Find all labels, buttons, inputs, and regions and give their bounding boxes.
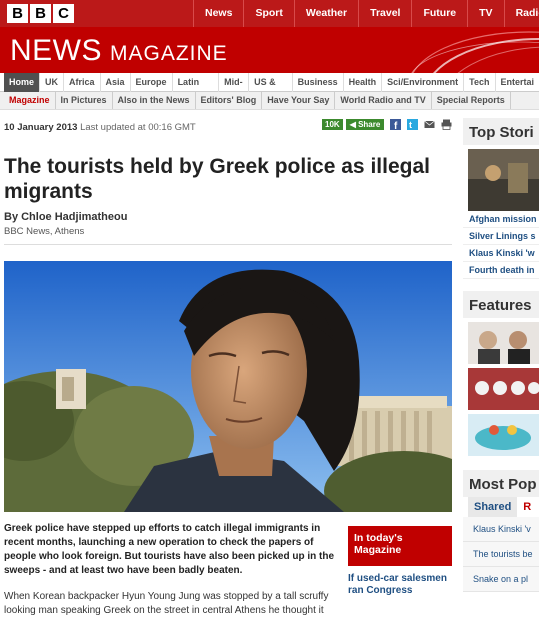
topnav-weather[interactable]: Weather (293, 0, 358, 27)
subnav-also-in-news[interactable]: Also in the News (113, 92, 196, 109)
top-stories-heading: Top Stori (463, 118, 539, 145)
top-bar: B B C News Sport Weather Travel Future T… (0, 0, 539, 27)
logo-letter: B (30, 4, 51, 23)
masthead-news: NEWS (10, 34, 102, 67)
secnav-europe[interactable]: Europe (131, 73, 173, 92)
share-bar: 10K ◀ Share f t (322, 119, 452, 130)
subnav-world-radio-tv[interactable]: World Radio and TV (335, 92, 432, 109)
masthead: NEWS MAGAZINE (0, 27, 539, 73)
secnav-home[interactable]: Home (4, 73, 41, 92)
top-nav: News Sport Weather Travel Future TV Radi… (193, 0, 539, 27)
subnav-editors-blog[interactable]: Editors' Blog (196, 92, 263, 109)
article-intro: Greek police have stepped up efforts to … (4, 523, 335, 576)
tab-read[interactable]: R (517, 497, 538, 517)
feature-thumbnail[interactable] (468, 368, 539, 410)
section-nav: Home UK Africa Asia Europe Latin America… (0, 73, 539, 106)
last-updated: Last updated at 00:16 GMT (80, 122, 196, 133)
article-date: 10 January 2013 (4, 122, 78, 133)
svg-text:t: t (409, 120, 412, 130)
article-paragraph: When Korean backpacker Hyun Young Jung w… (4, 591, 329, 616)
top-story-link[interactable]: Afghan mission (463, 211, 539, 228)
bbc-logo[interactable]: B B C (7, 4, 74, 23)
feature-thumbnail[interactable] (468, 414, 539, 456)
subnav-special-reports[interactable]: Special Reports (432, 92, 511, 109)
secnav-us-canada[interactable]: US & Canada (249, 73, 293, 106)
facebook-icon[interactable]: f (390, 119, 402, 130)
most-popular-item[interactable]: The tourists be (463, 542, 539, 567)
secnav-entertainment[interactable]: Entertai (496, 73, 539, 92)
dateline: 10 January 2013 Last updated at 00:16 GM… (4, 122, 196, 133)
todays-magazine-link[interactable]: If used-car salesmen ran Congress (348, 573, 452, 597)
byline-location: BBC News, Athens (4, 226, 85, 237)
byline: By Chloe Hadjimatheou (4, 211, 128, 223)
topnav-tv[interactable]: TV (467, 0, 503, 27)
logo-letter: C (53, 4, 74, 23)
top-story-link[interactable]: Klaus Kinski 'w (463, 245, 539, 262)
topnav-radio[interactable]: Radio (503, 0, 539, 27)
secnav-mid-east[interactable]: Mid-East (219, 73, 250, 106)
masthead-magazine: MAGAZINE (110, 42, 228, 65)
subnav-magazine[interactable]: Magazine (4, 92, 56, 109)
divider (4, 244, 452, 245)
most-popular-heading: Most Pop (463, 470, 539, 497)
share-count: 10K (322, 119, 343, 130)
article-headline: The tourists held by Greek police as ill… (4, 155, 430, 203)
topnav-travel[interactable]: Travel (358, 0, 411, 27)
share-button[interactable]: ◀ Share (345, 119, 385, 130)
secnav-health[interactable]: Health (344, 73, 383, 92)
masthead-swoosh-graphic (411, 31, 539, 73)
sub-nav: Magazine In Pictures Also in the News Ed… (0, 92, 539, 110)
masthead-title[interactable]: NEWS MAGAZINE (10, 34, 228, 68)
secnav-latin-america[interactable]: Latin America (173, 73, 220, 106)
print-icon[interactable] (441, 119, 452, 130)
secnav-business[interactable]: Business (293, 73, 344, 92)
secnav-tech[interactable]: Tech (464, 73, 496, 92)
topnav-news[interactable]: News (193, 0, 243, 27)
tab-shared[interactable]: Shared (468, 497, 518, 517)
topnav-sport[interactable]: Sport (243, 0, 293, 27)
top-story-link[interactable]: Silver Linings s (463, 228, 539, 245)
share-label: Share (358, 120, 381, 129)
most-popular-item[interactable]: Klaus Kinski 'v (463, 517, 539, 542)
feature-thumbnail[interactable] (468, 322, 539, 364)
todays-magazine-box: In today's Magazine (348, 526, 452, 566)
top-story-link[interactable]: Fourth death in (463, 262, 539, 279)
subnav-in-pictures[interactable]: In Pictures (56, 92, 113, 109)
article-photo (4, 261, 452, 512)
logo-letter: B (7, 4, 28, 23)
topnav-future[interactable]: Future (411, 0, 467, 27)
subnav-have-your-say[interactable]: Have Your Say (262, 92, 336, 109)
secnav-asia[interactable]: Asia (101, 73, 131, 92)
right-column: Top Stori Afghan mission Silver Linings … (463, 118, 539, 620)
most-popular-tabs: Shared R (468, 497, 539, 517)
most-popular-item[interactable]: Snake on a pl (463, 567, 539, 592)
secnav-africa[interactable]: Africa (64, 73, 101, 92)
secnav-uk[interactable]: UK (40, 73, 65, 92)
features-heading: Features (463, 291, 539, 318)
twitter-icon[interactable]: t (407, 119, 419, 130)
top-story-thumbnail[interactable] (468, 149, 539, 211)
secnav-sci-environment[interactable]: Sci/Environment (382, 73, 465, 92)
email-icon[interactable] (424, 119, 436, 130)
